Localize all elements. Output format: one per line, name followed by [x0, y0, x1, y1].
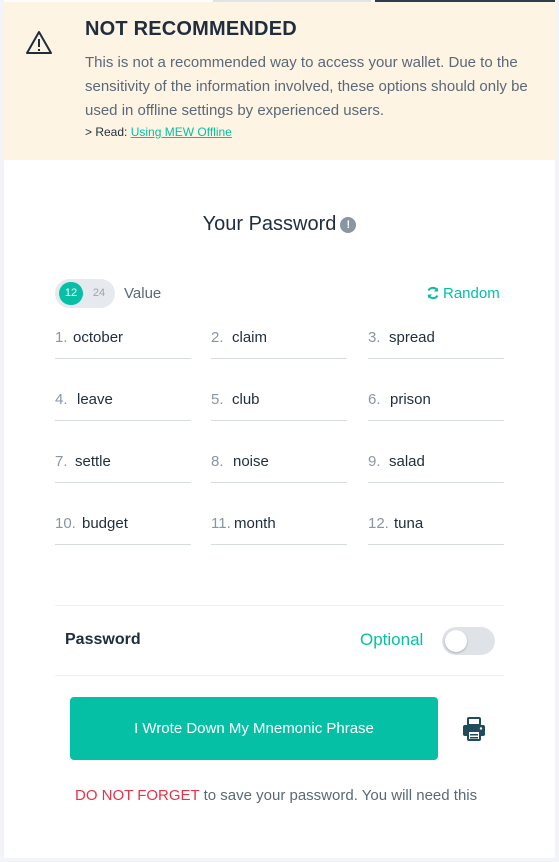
mnemonic-word: 10. budget — [55, 504, 191, 545]
warning-triangle-icon — [26, 31, 52, 54]
refresh-icon — [427, 286, 439, 300]
word-text: tuna — [394, 515, 424, 532]
word-number: 4. — [55, 391, 68, 408]
word-text: spread — [389, 329, 435, 346]
mnemonic-word: 4. leave — [55, 380, 191, 421]
word-count-24-option[interactable]: 24 — [87, 282, 111, 305]
word-text: claim — [232, 329, 268, 346]
divider — [55, 605, 504, 606]
word-text: salad — [389, 453, 425, 470]
word-text: month — [234, 515, 276, 532]
mnemonic-word: 7. settle — [55, 442, 191, 483]
mnemonic-word: 8. noise — [211, 442, 347, 483]
word-number: 9. — [368, 453, 381, 470]
mnemonic-word: 11. month — [211, 504, 347, 545]
word-number: 5. — [211, 391, 224, 408]
word-number: 10. — [55, 515, 76, 532]
word-text: october — [73, 329, 124, 346]
info-icon[interactable]: ! — [340, 217, 357, 233]
page-title: Your Password! — [0, 213, 559, 236]
value-label: Value — [124, 285, 162, 302]
password-label: Password — [65, 631, 141, 648]
divider — [55, 675, 504, 676]
word-number: 6. — [368, 391, 381, 408]
password-toggle[interactable] — [442, 627, 495, 655]
do-not-forget-rest: to save your password. You will need thi… — [199, 787, 478, 804]
random-button[interactable]: Random — [426, 285, 500, 302]
word-number: 8. — [211, 453, 224, 470]
warning-read-line: > Read: Using MEW Offline — [85, 125, 232, 139]
mnemonic-word: 3. spread — [368, 318, 504, 359]
word-text: noise — [233, 453, 269, 470]
warning-body: This is not a recommended way to access … — [85, 54, 528, 119]
word-number: 3. — [368, 329, 381, 346]
wrote-down-mnemonic-button[interactable]: I Wrote Down My Mnemonic Phrase — [70, 697, 438, 760]
word-count-12-option[interactable]: 12 — [59, 282, 83, 305]
toggle-knob — [445, 630, 467, 652]
mnemonic-word: 2. claim — [211, 318, 347, 359]
random-label: Random — [443, 285, 500, 302]
word-text: prison — [390, 391, 431, 408]
word-number: 7. — [55, 453, 68, 470]
printer-icon[interactable] — [461, 716, 487, 742]
word-number: 11. — [211, 515, 231, 532]
do-not-forget-note: DO NOT FORGET to save your password. You… — [75, 787, 477, 804]
read-prefix: > Read: — [85, 125, 131, 139]
page-title-text: Your Password — [202, 213, 337, 235]
word-text: budget — [82, 515, 128, 532]
mnemonic-word: 1. october — [55, 318, 191, 359]
word-number: 12. — [368, 515, 389, 532]
word-text: club — [232, 391, 260, 408]
mnemonic-word: 12. tuna — [368, 504, 504, 545]
mnemonic-word: 9. salad — [368, 442, 504, 483]
mnemonic-word: 6. prison — [368, 380, 504, 421]
not-recommended-warning: NOT RECOMMENDED This is not a recommende… — [4, 2, 555, 160]
word-text: leave — [77, 391, 113, 408]
word-number: 1. — [55, 329, 68, 346]
using-mew-offline-link[interactable]: Using MEW Offline — [131, 125, 232, 139]
mnemonic-word: 5. club — [211, 380, 347, 421]
word-count-toggle[interactable]: 12 24 — [55, 279, 115, 308]
word-text: settle — [75, 453, 111, 470]
optional-label: Optional — [360, 630, 424, 649]
word-number: 2. — [211, 329, 224, 346]
do-not-forget-highlight: DO NOT FORGET — [75, 787, 200, 804]
warning-title: NOT RECOMMENDED — [85, 18, 297, 40]
